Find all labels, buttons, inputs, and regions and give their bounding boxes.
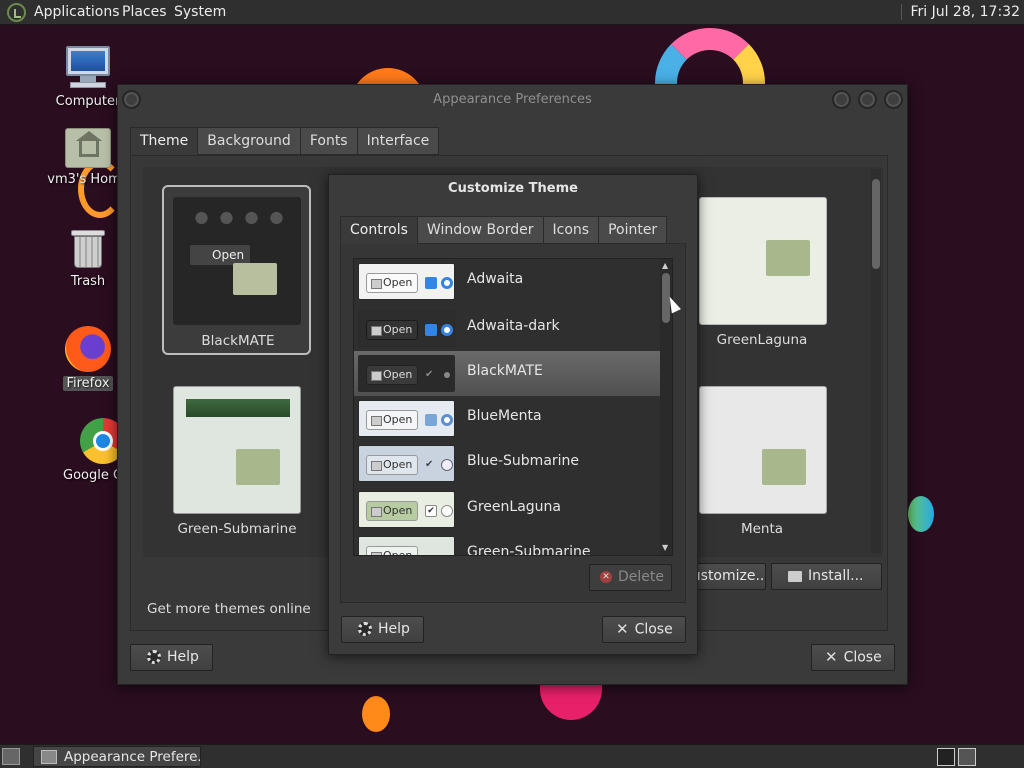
window-buttons-preview xyxy=(189,211,289,225)
list-item-label: Adwaita-dark xyxy=(467,318,560,334)
theme-preview xyxy=(699,386,827,514)
list-item-adwaita-dark[interactable]: Open Adwaita-dark xyxy=(354,306,660,351)
list-item-blackmate[interactable]: Open ✔ BlackMATE xyxy=(354,351,660,396)
install-button[interactable]: Install... xyxy=(771,563,882,590)
desktop-icon-label: Firefox xyxy=(63,376,113,391)
list-item-bluementa[interactable]: Open BlueMenta xyxy=(354,396,660,441)
preview-open-button: Open xyxy=(190,245,251,265)
help-icon xyxy=(147,650,161,664)
trash-icon xyxy=(71,228,105,270)
workspace-2[interactable] xyxy=(958,748,976,766)
folder-icon xyxy=(762,449,806,485)
theme-preview: Open xyxy=(173,197,301,325)
mate-logo-icon[interactable] xyxy=(7,3,26,22)
appearance-app-icon xyxy=(41,750,57,764)
taskbar-appearance-button[interactable]: Appearance Prefere... xyxy=(33,746,201,767)
folder-icon xyxy=(788,570,802,582)
menu-applications[interactable]: Applications xyxy=(34,4,120,20)
folder-icon xyxy=(233,263,277,295)
tab-interface[interactable]: Interface xyxy=(356,127,440,155)
theme-tile-greenlaguna[interactable]: GreenLaguna xyxy=(699,197,879,357)
minimize-button[interactable] xyxy=(832,90,851,109)
tab-fonts[interactable]: Fonts xyxy=(299,127,358,155)
tab-icons[interactable]: Icons xyxy=(542,216,600,244)
delete-icon: ✕ xyxy=(600,571,612,583)
list-item-adwaita[interactable]: Open Adwaita xyxy=(354,259,660,304)
get-more-themes-link[interactable]: Get more themes online xyxy=(147,601,311,617)
tab-pointer[interactable]: Pointer xyxy=(598,216,668,244)
appearance-tabs: Theme Background Fonts Interface xyxy=(130,127,440,155)
tab-controls[interactable]: Controls xyxy=(340,216,418,244)
maximize-button[interactable] xyxy=(858,90,877,109)
controls-preview: Open ✔ xyxy=(358,355,455,392)
controls-preview: Open xyxy=(358,310,455,347)
controls-preview: Open xyxy=(358,536,455,555)
tab-window-border[interactable]: Window Border xyxy=(416,216,544,244)
list-item-label: BlackMATE xyxy=(467,363,543,379)
folder-icon xyxy=(236,449,280,485)
help-button[interactable]: Help xyxy=(130,644,213,671)
scroll-down-icon[interactable]: ▼ xyxy=(662,543,668,552)
panel-clock[interactable]: Fri Jul 28, 17:32 xyxy=(901,4,1020,20)
list-item-green-submarine[interactable]: Open Green-Submarine xyxy=(354,532,660,556)
close-icon: ✕ xyxy=(825,648,838,666)
window-menu-button[interactable] xyxy=(122,90,141,109)
list-item-label: Adwaita xyxy=(467,271,524,287)
scrollbar-thumb[interactable] xyxy=(872,179,880,269)
theme-preview xyxy=(173,386,301,514)
theme-preview xyxy=(699,197,827,325)
list-item-label: GreenLaguna xyxy=(467,499,561,515)
bottom-panel: Appearance Prefere... xyxy=(0,744,1024,768)
titlebar-preview xyxy=(186,399,290,417)
menu-system[interactable]: System xyxy=(174,4,226,20)
controls-preview: Open ✔ xyxy=(358,445,455,482)
customize-theme-dialog: Customize Theme Controls Window Border I… xyxy=(328,174,698,655)
workspace-1[interactable] xyxy=(937,748,955,766)
customize-tabs: Controls Window Border Icons Pointer xyxy=(340,216,668,244)
dialog-title: Customize Theme xyxy=(448,181,578,196)
theme-tile-menta[interactable]: Menta xyxy=(699,386,879,546)
dialog-close-button[interactable]: ✕ Close xyxy=(602,616,686,643)
theme-grid-scrollbar[interactable] xyxy=(871,169,881,553)
controls-preview: Open xyxy=(358,400,455,437)
home-folder-icon xyxy=(65,128,111,168)
top-panel: Applications Places System Fri Jul 28, 1… xyxy=(0,0,1024,25)
list-item-label: BlueMenta xyxy=(467,408,542,424)
delete-button[interactable]: ✕ Delete xyxy=(589,564,672,591)
list-item-greenlaguna[interactable]: Open ✔ GreenLaguna xyxy=(354,487,660,532)
close-icon: ✕ xyxy=(616,620,629,638)
theme-tile-blackmate[interactable]: Open BlackMATE xyxy=(162,185,311,355)
customize-button[interactable]: Customize... xyxy=(698,563,766,590)
theme-name: Menta xyxy=(740,521,784,537)
list-item-label: Green-Submarine xyxy=(467,544,591,556)
help-icon xyxy=(358,622,372,636)
window-title: Appearance Preferences xyxy=(433,92,592,107)
menu-places[interactable]: Places xyxy=(122,4,167,20)
show-desktop-icon[interactable] xyxy=(2,748,20,765)
controls-preview: Open xyxy=(358,263,455,300)
scroll-up-icon[interactable]: ▲ xyxy=(662,261,668,270)
list-item-label: Blue-Submarine xyxy=(467,453,580,469)
close-window-button[interactable] xyxy=(884,90,903,109)
tab-theme[interactable]: Theme xyxy=(130,127,199,155)
theme-tile-green-submarine[interactable]: Green-Submarine xyxy=(162,386,311,546)
controls-theme-list[interactable]: Open Adwaita Open Adwaita-dark Open ✔ Bla… xyxy=(353,258,673,556)
close-button[interactable]: ✕ Close xyxy=(811,644,895,671)
dialog-help-button[interactable]: Help xyxy=(341,616,424,643)
computer-icon xyxy=(64,46,112,90)
theme-name: BlackMATE xyxy=(201,333,275,349)
controls-preview: Open ✔ xyxy=(358,491,455,528)
theme-name: GreenLaguna xyxy=(716,332,808,348)
firefox-icon xyxy=(65,326,111,372)
list-item-blue-submarine[interactable]: Open ✔ Blue-Submarine xyxy=(354,441,660,486)
folder-icon xyxy=(766,240,810,276)
theme-name: Green-Submarine xyxy=(177,521,297,537)
tab-background[interactable]: Background xyxy=(197,127,301,155)
